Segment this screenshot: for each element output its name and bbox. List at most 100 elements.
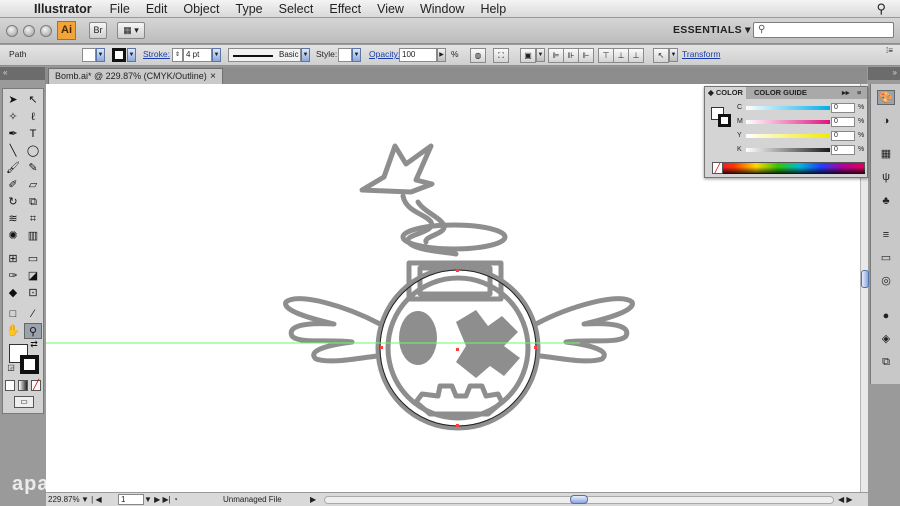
blob-brush-tool-icon[interactable]: ✐: [4, 177, 22, 193]
color-mode-icon[interactable]: [5, 380, 15, 391]
rotate-tool-icon[interactable]: ↻: [4, 194, 22, 210]
zoom-dropdown-icon[interactable]: ▼ | ◀: [81, 493, 102, 506]
stroke-weight-dropdown[interactable]: ▼: [212, 48, 221, 62]
black-value-field[interactable]: 0: [831, 145, 855, 155]
minimize-window-button[interactable]: [23, 25, 35, 37]
cyan-value-field[interactable]: 0: [831, 103, 855, 113]
none-color-swatch[interactable]: ╱: [712, 162, 723, 174]
align-right-icon[interactable]: ⊩: [578, 48, 594, 63]
black-slider-track[interactable]: [746, 148, 830, 152]
color-panel-icon[interactable]: 🎨: [877, 90, 895, 105]
eraser-tool-icon[interactable]: ▱: [24, 177, 42, 193]
stroke-weight-field[interactable]: 4 pt: [183, 48, 212, 62]
zoom-level-field[interactable]: 229.87%: [48, 493, 80, 506]
stroke-weight-stepper[interactable]: ⇕: [172, 48, 183, 62]
brushes-panel-icon[interactable]: ψ: [878, 170, 894, 185]
free-transform-tool-icon[interactable]: ⌗: [24, 211, 42, 227]
symbol-sprayer-tool-icon[interactable]: ✺: [4, 228, 22, 244]
dock-collapse-bar[interactable]: »: [868, 67, 900, 80]
stroke-panel-link[interactable]: Stroke:: [143, 49, 170, 59]
stroke-dropdown-arrow[interactable]: ▼: [127, 48, 136, 62]
graphic-style-dropdown[interactable]: ▼: [352, 48, 361, 62]
pen-tool-icon[interactable]: ✒: [4, 126, 22, 142]
spotlight-search-icon[interactable]: ⚲: [876, 1, 886, 17]
column-graph-tool-icon[interactable]: ▥: [24, 228, 42, 244]
horizontal-scroll-thumb[interactable]: [570, 495, 588, 504]
vertical-scroll-thumb[interactable]: [861, 270, 869, 288]
transform-panel-link[interactable]: Transform: [682, 49, 720, 59]
opacity-field[interactable]: 100: [399, 48, 437, 62]
hand-tool-icon[interactable]: ✋: [4, 323, 22, 339]
magic-wand-tool-icon[interactable]: ✧: [4, 109, 22, 125]
eyedropper-tool-icon[interactable]: ✑: [4, 268, 22, 284]
artboard-number-field[interactable]: 1: [118, 494, 144, 505]
tab-color-guide[interactable]: COLOR GUIDE: [751, 87, 810, 99]
isolate-group-icon[interactable]: ⛶: [493, 48, 509, 63]
panel-collapse-icon[interactable]: ▸▸: [839, 87, 853, 99]
select-similar-icon[interactable]: ↖: [653, 48, 669, 63]
close-window-button[interactable]: [6, 25, 18, 37]
line-tool-icon[interactable]: ╲: [4, 143, 22, 159]
document-tab[interactable]: Bomb.ai* @ 229.87% (CMYK/Outline) ×: [48, 68, 223, 84]
menu-window[interactable]: Window: [420, 2, 464, 16]
slice-tool-icon[interactable]: ⁄: [24, 306, 42, 322]
color-guide-panel-icon[interactable]: ◑: [878, 114, 894, 129]
yellow-slider-track[interactable]: [746, 134, 830, 138]
align-top-icon[interactable]: ⊤: [598, 48, 614, 63]
screen-mode-icon[interactable]: ▭: [14, 396, 34, 408]
layers-panel-icon[interactable]: ◈: [878, 332, 894, 347]
swatches-panel-icon[interactable]: ▦: [878, 147, 894, 162]
recolor-artwork-icon[interactable]: ◍: [470, 48, 486, 63]
menu-edit[interactable]: Edit: [146, 2, 168, 16]
status-menu-arrow[interactable]: ▶: [310, 493, 316, 506]
gradient-tool-icon[interactable]: ▭: [24, 251, 42, 267]
panel-menu-icon[interactable]: ≡: [854, 87, 864, 99]
warp-tool-icon[interactable]: ≋: [4, 211, 22, 227]
graphic-style-swatch[interactable]: [338, 48, 352, 62]
menu-view[interactable]: View: [377, 2, 404, 16]
select-similar-dropdown[interactable]: ▼: [669, 48, 678, 62]
panel-stroke-swatch[interactable]: [718, 114, 731, 127]
scroll-arrows-icon[interactable]: ◀ ▶: [838, 493, 853, 506]
swap-fill-stroke-icon[interactable]: ⇄: [28, 339, 40, 349]
menu-effect[interactable]: Effect: [329, 2, 361, 16]
bridge-button[interactable]: Br: [89, 22, 107, 39]
menu-file[interactable]: File: [110, 2, 130, 16]
menu-type[interactable]: Type: [236, 2, 263, 16]
zoom-tool-icon[interactable]: ⚲: [24, 323, 42, 339]
cyan-slider-track[interactable]: [746, 106, 830, 110]
align-center-icon[interactable]: ⊪: [563, 48, 579, 63]
tab-color[interactable]: ◆ COLOR: [705, 87, 746, 99]
toolbox-collapse-bar[interactable]: «: [0, 67, 45, 80]
lasso-tool-icon[interactable]: ℓ: [24, 109, 42, 125]
artboard-tool-icon[interactable]: □: [4, 306, 22, 322]
mesh-tool-icon[interactable]: ⊞: [4, 251, 22, 267]
ellipse-tool-icon[interactable]: ◯: [24, 143, 42, 159]
paintbrush-tool-icon[interactable]: 🖌: [4, 160, 22, 176]
menu-help[interactable]: Help: [480, 2, 506, 16]
live-paint-selection-tool-icon[interactable]: ⊡: [24, 285, 42, 301]
artboard-navigation-icon[interactable]: ▼ ▶ ▶| ◔: [144, 493, 178, 506]
opacity-slider-arrow[interactable]: ▶: [437, 48, 446, 62]
stroke-color-box[interactable]: [20, 355, 39, 374]
none-mode-icon[interactable]: ╱: [31, 380, 41, 391]
brush-dropdown-arrow[interactable]: ▼: [301, 48, 310, 62]
pencil-tool-icon[interactable]: ✎: [24, 160, 42, 176]
menu-object[interactable]: Object: [183, 2, 219, 16]
align-to-icon[interactable]: ▣: [520, 48, 536, 63]
appearance-panel-icon[interactable]: ●: [878, 309, 894, 324]
stroke-swatch[interactable]: [112, 48, 126, 62]
magenta-slider-track[interactable]: [746, 120, 830, 124]
workspace-switcher[interactable]: ESSENTIALS ▾: [673, 24, 751, 36]
yellow-value-field[interactable]: 0: [831, 131, 855, 141]
artboards-panel-icon[interactable]: ⧉: [878, 355, 894, 370]
brush-definition-field[interactable]: Basic: [228, 48, 301, 62]
transparency-panel-icon[interactable]: ◎: [878, 274, 894, 289]
gradient-mode-icon[interactable]: [18, 380, 28, 391]
selection-tool-icon[interactable]: ➤: [4, 92, 22, 108]
blend-tool-icon[interactable]: ◪: [24, 268, 42, 284]
type-tool-icon[interactable]: T: [24, 126, 42, 142]
menu-select[interactable]: Select: [279, 2, 314, 16]
control-panel-menu-icon[interactable]: ⁞≡: [886, 46, 893, 55]
default-fill-stroke-icon[interactable]: ◲: [6, 363, 16, 373]
